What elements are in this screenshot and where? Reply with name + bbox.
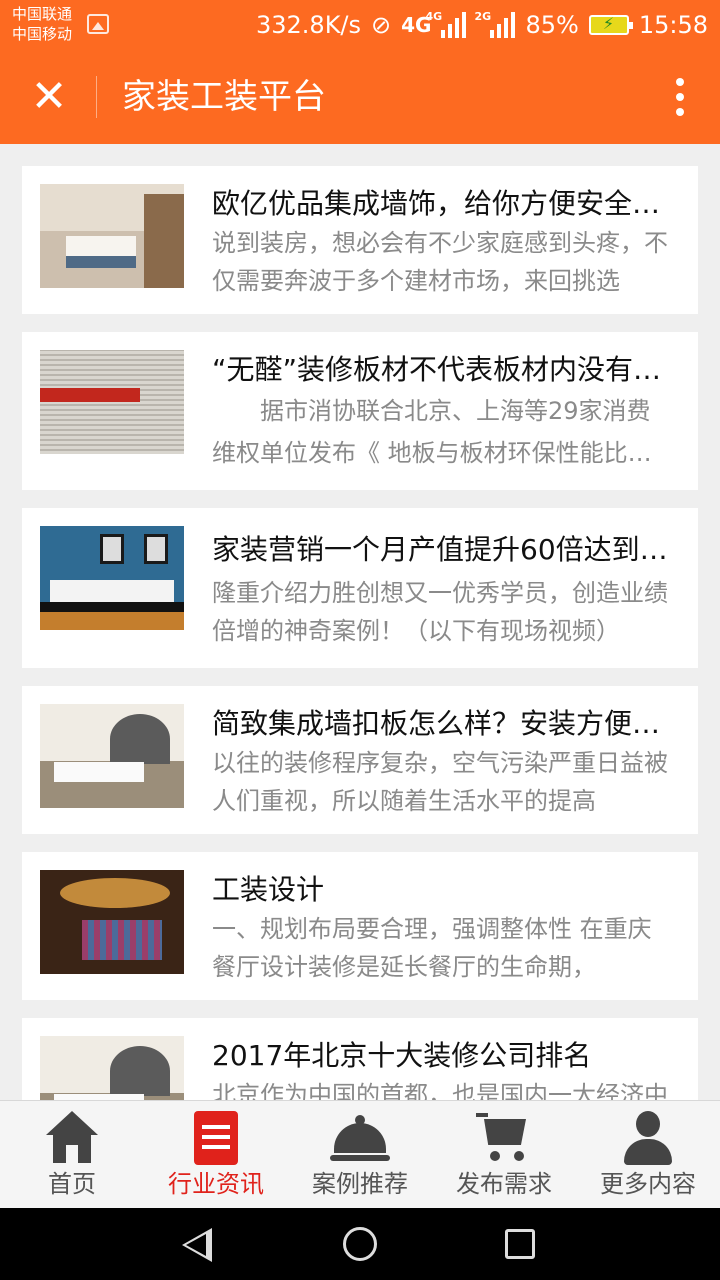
tab-label: 更多内容 (600, 1170, 696, 1198)
close-icon: ✕ (30, 71, 68, 122)
carrier-labels: 中国联通 中国移动 (12, 4, 72, 44)
article-thumbnail (40, 704, 184, 808)
header-divider (96, 76, 97, 118)
article-summary: 隆重介绍力胜创想又一优秀学员，创造业绩倍增的神奇案例！（以下有现场视频） (212, 579, 668, 645)
battery-percent: 85% (525, 11, 579, 39)
tab-post-request[interactable]: 发布需求 (432, 1101, 576, 1208)
status-bar: 中国联通 中国移动 332.8K/s ⊘ 4G 4G 2G 85% ⚡ 15:5… (0, 0, 720, 50)
article-title: 2017年北京十大装修公司排名 (212, 1039, 592, 1072)
article-title: “无醛”装修板材不代表板材内没有甲醛 (212, 353, 672, 386)
article-card[interactable]: 工装设计 一、规划布局要合理，强调整体性 在重庆餐厅设计装修是延长餐厅的生命期， (22, 852, 698, 1000)
article-card[interactable]: “无醛”装修板材不代表板材内没有甲醛 据市消协联合北京、上海等29家消费维权单位… (22, 332, 698, 490)
tab-case-recommend[interactable]: 案例推荐 (288, 1101, 432, 1208)
article-card[interactable]: 家装营销一个月产值提升60倍达到数百万 隆重介绍力胜创想又一优秀学员，创造业绩倍… (22, 508, 698, 668)
article-card[interactable]: 简致集成墙扣板怎么样？安装方便吗？ 以往的装修程序复杂，空气污染严重日益被人们重… (22, 686, 698, 834)
article-summary: 一、规划布局要合理，强调整体性 在重庆餐厅设计装修是延长餐厅的生命期， (212, 915, 652, 981)
shopping-cart-icon (474, 1109, 534, 1167)
more-vertical-icon (676, 78, 684, 86)
article-title: 欧亿优品集成墙饰，给你方便安全的家 (212, 187, 672, 220)
signal-4g-tag: 4G (425, 10, 443, 23)
article-title: 工装设计 (212, 873, 325, 906)
back-icon[interactable] (182, 1228, 212, 1262)
user-icon (618, 1109, 678, 1167)
signal-2g-icon: 2G (474, 10, 516, 38)
article-summary: 北京作为中国的首都，也是国内一大经济中心 (212, 1081, 668, 1100)
article-thumbnail (40, 526, 184, 630)
tab-industry-news[interactable]: 行业资讯 (144, 1101, 288, 1208)
article-thumbnail (40, 870, 184, 974)
network-speed: 332.8K/s (255, 11, 362, 39)
home-icon (42, 1109, 102, 1167)
tab-label: 行业资讯 (168, 1170, 264, 1198)
article-list[interactable]: 欧亿优品集成墙饰，给你方便安全的家 说到装房，想必会有不少家庭感到头疼，不仅需要… (0, 144, 720, 1100)
article-title: 家装营销一个月产值提升60倍达到数百万 (212, 533, 672, 566)
tab-label: 发布需求 (456, 1170, 552, 1198)
carrier-2: 中国移动 (12, 25, 73, 43)
recent-apps-icon[interactable] (505, 1229, 535, 1259)
mute-icon: ⊘ (371, 11, 392, 39)
tab-label: 案例推荐 (312, 1170, 408, 1198)
clock: 15:58 (638, 11, 708, 39)
battery-icon: ⚡ (588, 14, 633, 35)
article-summary: 以往的装修程序复杂，空气污染严重日益被人们重视，所以随着生活水平的提高 (212, 749, 668, 815)
article-card[interactable]: 2017年北京十大装修公司排名 北京作为中国的首都，也是国内一大经济中心 (22, 1018, 698, 1100)
article-card[interactable]: 欧亿优品集成墙饰，给你方便安全的家 说到装房，想必会有不少家庭感到头疼，不仅需要… (22, 166, 698, 314)
image-notification-icon (87, 14, 109, 34)
service-bell-icon (330, 1109, 390, 1167)
system-nav-bar (0, 1208, 720, 1280)
page-title: 家装工装平台 (122, 77, 326, 117)
carrier-1: 中国联通 (12, 5, 73, 23)
article-thumbnail (40, 1036, 184, 1100)
tab-more-content[interactable]: 更多内容 (576, 1101, 720, 1208)
article-title: 简致集成墙扣板怎么样？安装方便吗？ (212, 707, 672, 740)
signal-2g-tag: 2G (474, 10, 492, 23)
home-circle-icon[interactable] (343, 1227, 377, 1261)
app-header: ✕ 家装工装平台 (0, 50, 720, 144)
news-document-icon (186, 1109, 246, 1167)
article-summary: 说到装房，想必会有不少家庭感到头疼，不仅需要奔波于多个建材市场，来回挑选 (212, 229, 668, 295)
bottom-tab-bar: 首页 行业资讯 案例推荐 发布需求 更多内容 (0, 1100, 720, 1208)
status-indicators: 332.8K/s ⊘ 4G 4G 2G 85% ⚡ 15:58 (256, 0, 708, 50)
close-button[interactable]: ✕ (26, 74, 72, 120)
more-options-button[interactable] (670, 74, 690, 120)
signal-4g-icon: 4G (425, 10, 467, 38)
tab-home[interactable]: 首页 (0, 1101, 144, 1208)
article-summary: 据市消协联合北京、上海等29家消费维权单位发布《 地板与板材环保性能比较试验 (212, 397, 652, 467)
article-thumbnail (40, 184, 184, 288)
tab-label: 首页 (48, 1170, 96, 1198)
article-thumbnail (40, 350, 184, 454)
